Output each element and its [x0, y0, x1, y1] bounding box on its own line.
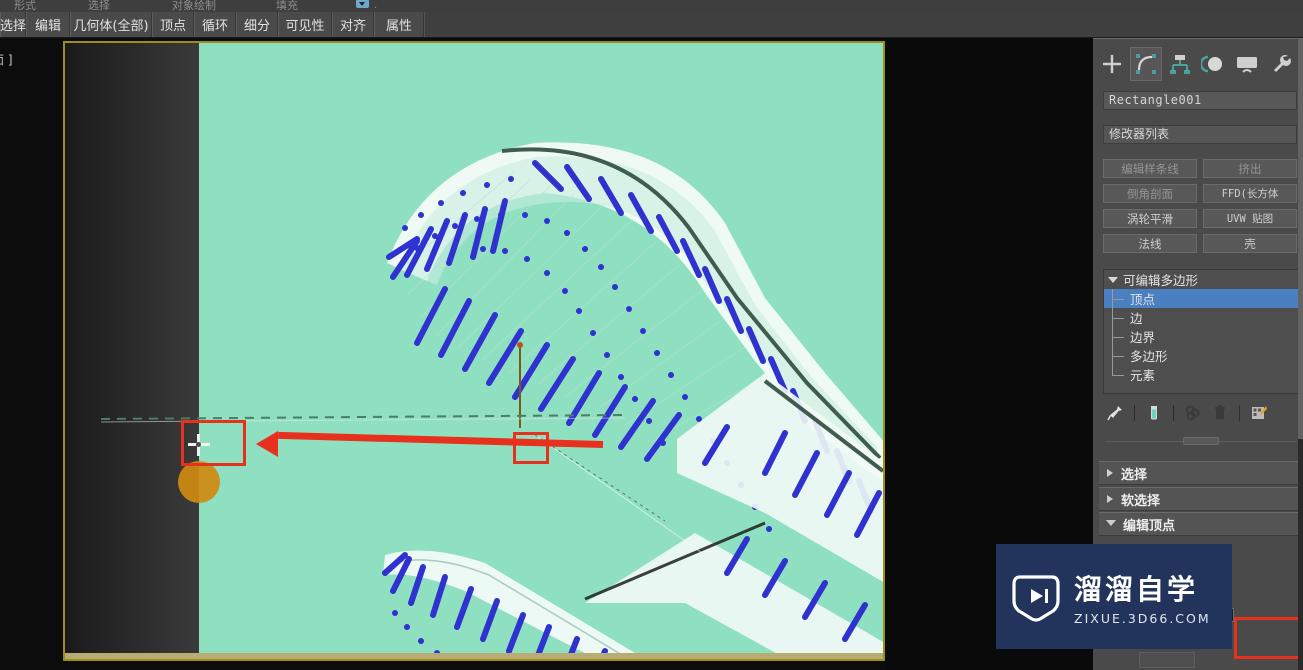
ribbon-btn-select[interactable]: 选择 [0, 12, 26, 37]
watermark-overlay: 溜溜自学 ZIXUE.3D66.COM [996, 544, 1232, 649]
rollout-edit-vertices[interactable]: 编辑顶点 [1099, 512, 1299, 536]
weld-threshold-spinner[interactable] [1139, 652, 1195, 668]
ribbon-btn-visibility[interactable]: 可见性 [278, 12, 332, 37]
chevron-right-icon [1107, 495, 1113, 503]
remove-modifier-icon[interactable] [1208, 401, 1232, 425]
toolbar-separator [1134, 405, 1135, 421]
modifier-btn-uvw-map[interactable]: UVW 贴图 [1203, 209, 1297, 228]
create-tab[interactable] [1097, 48, 1128, 80]
modify-arc-icon [1136, 54, 1156, 74]
panel-divider[interactable] [1105, 437, 1297, 445]
configure-modifier-sets-icon[interactable] [1247, 401, 1271, 425]
chevron-right-icon [1107, 469, 1113, 477]
wrench-icon [1273, 55, 1291, 72]
modifier-list-dropdown[interactable]: 修改器列表 [1103, 125, 1297, 144]
ribbon-btn-geometry[interactable]: 几何体(全部) [70, 12, 152, 37]
stack-item-editable-poly[interactable]: 可编辑多边形 [1104, 270, 1302, 289]
ribbon-btn-loops[interactable]: 循环 [194, 12, 236, 37]
rollout-selection[interactable]: 选择 [1099, 461, 1299, 485]
viewport-bottom-edge [65, 653, 883, 659]
modifier-button-grid: 编辑样条线 挤出 倒角剖面 FFD(长方体 涡轮平滑 UVW 贴图 法线 壳 [1103, 159, 1297, 259]
modifier-btn-edit-spline[interactable]: 编辑样条线 [1103, 159, 1197, 178]
chevron-down-icon [1106, 520, 1116, 530]
show-end-result-icon[interactable] [1142, 401, 1166, 425]
ribbon-dot-label: · [374, 2, 378, 12]
plus-icon [1103, 55, 1122, 73]
make-unique-icon[interactable] [1181, 401, 1205, 425]
annotation-arrow-head [256, 431, 278, 457]
watermark-brand-cn: 溜溜自学 [1074, 572, 1199, 606]
ribbon-empty-area [424, 12, 1303, 37]
modifier-btn-extrude[interactable]: 挤出 [1203, 159, 1297, 178]
ribbon-btn-subdivide[interactable]: 细分 [236, 12, 278, 37]
ribbon-button-row: 选择 编辑 几何体(全部) 顶点 循环 细分 可见性 对齐 属性 [0, 12, 1303, 37]
play-button-logo-icon [1010, 571, 1062, 623]
ribbon-btn-align[interactable]: 对齐 [332, 12, 374, 37]
panel-divider-grip[interactable] [1183, 437, 1219, 445]
stack-subobject-polygon[interactable]: 多边形 [1104, 346, 1302, 365]
display-tab[interactable] [1232, 48, 1263, 80]
modifier-btn-turbosmooth[interactable]: 涡轮平滑 [1103, 209, 1197, 228]
viewport-front[interactable] [63, 41, 885, 661]
display-monitor-icon [1237, 57, 1258, 73]
hierarchy-tab[interactable] [1164, 48, 1195, 80]
viewport-mesh-geometry [100, 142, 883, 659]
scrollbar-thumb[interactable] [1298, 39, 1303, 439]
modifier-btn-normal[interactable]: 法线 [1103, 234, 1197, 253]
motion-wheel-icon [1201, 55, 1223, 73]
stack-subobject-border[interactable]: 边界 [1104, 327, 1302, 346]
viewport-container: 面 ] [0, 38, 1093, 670]
stack-subobject-edge[interactable]: 边 [1104, 308, 1302, 327]
rollout-soft-selection[interactable]: 软选择 [1099, 487, 1299, 511]
stack-subobject-vertex[interactable]: 顶点 [1104, 289, 1302, 308]
motion-tab[interactable] [1198, 48, 1229, 80]
dropdown-caret-icon[interactable] [356, 0, 369, 8]
modifier-btn-bevel-profile[interactable]: 倒角剖面 [1103, 184, 1197, 203]
toolbar-separator [1239, 405, 1240, 421]
command-panel-scrollbar[interactable] [1298, 39, 1303, 670]
object-name-field[interactable]: Rectangle001 [1103, 91, 1297, 110]
chevron-down-icon [1108, 276, 1118, 283]
ribbon-btn-vertex[interactable]: 顶点 [152, 12, 194, 37]
hierarchy-icon [1169, 55, 1190, 74]
ribbon-top-label-fill[interactable]: 填充 [276, 0, 298, 12]
modifier-btn-ffd-box[interactable]: FFD(长方体 [1203, 184, 1297, 203]
viewport-label[interactable]: 面 ] [0, 51, 13, 68]
modifier-stack: 可编辑多边形 顶点 边 边界 多边形 元素 [1103, 269, 1303, 394]
ribbon-top-label-select[interactable]: 选择 [88, 0, 110, 12]
modifier-btn-shell[interactable]: 壳 [1203, 234, 1297, 253]
annotation-box-target-weld [1234, 617, 1303, 659]
modifier-stack-toolbar [1103, 399, 1297, 427]
command-panel-tabs [1097, 47, 1299, 81]
ribbon-top-label-form[interactable]: 形式 [14, 0, 36, 12]
cursor-highlight-blob [178, 461, 220, 503]
app-root: 形式 选择 对象绘制 填充 · 选择 编辑 几何体(全部) 顶点 循环 细分 可… [0, 0, 1303, 670]
utilities-tab[interactable] [1265, 48, 1296, 80]
modify-tab[interactable] [1129, 47, 1163, 81]
annotation-box-target-vertex [181, 420, 246, 466]
annotation-box-source-vertex [513, 432, 549, 464]
toolbar-separator [1173, 405, 1174, 421]
watermark-brand-en: ZIXUE.3D66.COM [1074, 610, 1211, 626]
ribbon-btn-properties[interactable]: 属性 [374, 12, 424, 37]
ribbon-top-row: 形式 选择 对象绘制 填充 · [0, 0, 1303, 12]
ribbon-btn-edit[interactable]: 编辑 [26, 12, 70, 37]
ribbon-top-label-objpaint[interactable]: 对象绘制 [172, 0, 216, 12]
stack-subobject-element[interactable]: 元素 [1104, 365, 1302, 384]
pin-stack-icon[interactable] [1103, 401, 1127, 425]
